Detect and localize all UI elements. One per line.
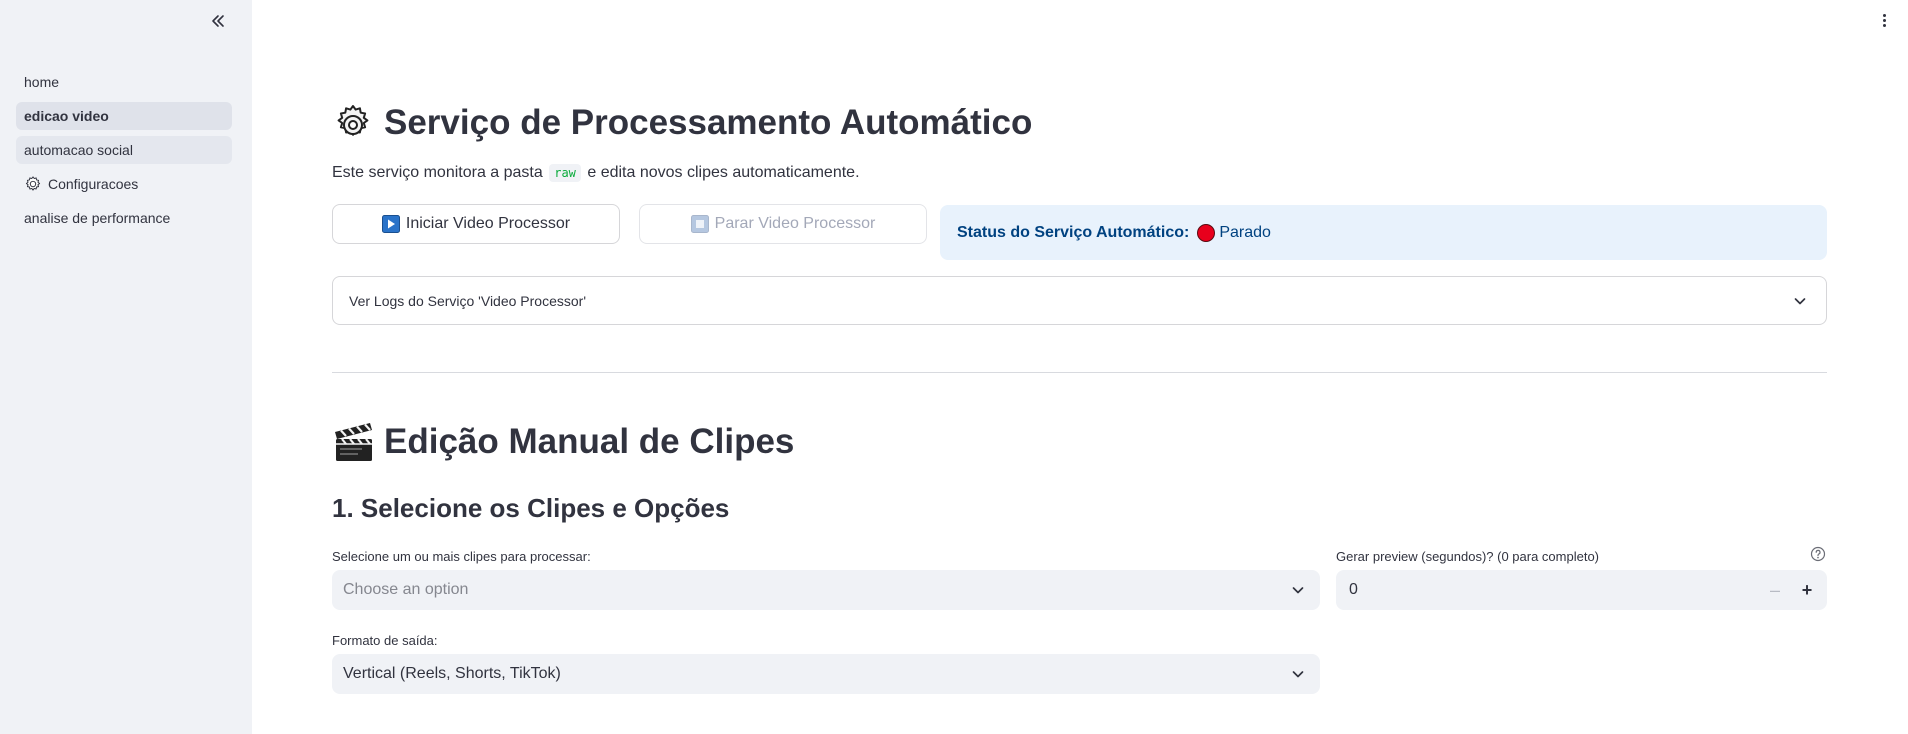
logs-expander-label: Ver Logs do Serviço 'Video Processor' [349, 292, 586, 309]
gear-icon [25, 176, 41, 191]
status-value: Parado [1219, 223, 1271, 241]
sidebar-item-home[interactable]: home [16, 68, 232, 96]
double-chevron-left-icon [212, 15, 224, 27]
manual-edit-title: Edição Manual de Clipes [332, 420, 794, 464]
sidebar-item-configuracoes[interactable]: Configuracoes [16, 170, 232, 198]
output-format-label: Formato de saída: [332, 633, 438, 648]
clips-select-label: Selecione um ou mais clipes para process… [332, 549, 591, 564]
chevron-down-icon [1292, 671, 1304, 678]
desc-text: Este serviço monitora a pasta [332, 164, 543, 181]
auto-service-title: Serviço de Processamento Automático [332, 102, 1032, 144]
clapper-board-icon [332, 420, 376, 464]
play-icon [381, 215, 400, 233]
sidebar-item-edicao-video[interactable]: edicao video [16, 102, 232, 130]
stop-processor-button[interactable]: Parar Video Processor [639, 204, 927, 244]
sidebar-item-automacao-social[interactable]: automacao social [16, 136, 232, 164]
service-status-box: Status do Serviço Automático: Parado [940, 205, 1827, 260]
sidebar-item-label: home [24, 74, 60, 90]
stop-icon [690, 215, 709, 233]
sidebar-nav: home edicao video automacao social Confi… [16, 68, 232, 238]
chevron-down-icon [1292, 587, 1304, 594]
dot [1882, 13, 1886, 17]
start-processor-button[interactable]: Iniciar Video Processor [332, 204, 620, 244]
stop-button-label: Parar Video Processor [714, 215, 876, 232]
clips-multiselect[interactable]: Choose an option [332, 570, 1320, 610]
chevron-down-icon [1794, 298, 1806, 305]
preview-seconds-label: Gerar preview (segundos)? (0 para comple… [1336, 549, 1600, 564]
sidebar-item-label: analise de performance [24, 210, 171, 226]
folder-code: raw [549, 164, 581, 182]
sidebar-item-label: Configuracoes [48, 176, 139, 192]
auto-service-description: Este serviço monitora a pasta raw e edit… [332, 164, 860, 182]
sidebar-item-label: automacao social [24, 142, 133, 158]
gear-icon [332, 102, 374, 144]
main-menu-button[interactable] [1876, 10, 1892, 30]
preview-seconds-input[interactable]: 0 – + [1336, 570, 1827, 610]
red-circle-icon [1197, 223, 1216, 242]
collapse-sidebar-button[interactable] [206, 9, 230, 33]
preview-seconds-value: 0 [1349, 581, 1358, 598]
dot [1882, 18, 1886, 22]
status-label: Status do Serviço Automático: [957, 223, 1190, 241]
manual-edit-title-text: Edição Manual de Clipes [384, 422, 795, 461]
sidebar-item-label: edicao video [24, 108, 109, 124]
logs-expander[interactable]: Ver Logs do Serviço 'Video Processor' [332, 276, 1827, 325]
auto-service-title-text: Serviço de Processamento Automático [384, 103, 1033, 142]
increment-button[interactable]: + [1791, 570, 1823, 610]
sidebar-item-analise-de-performance[interactable]: analise de performance [16, 204, 232, 232]
output-format-select[interactable]: Vertical (Reels, Shorts, TikTok) [332, 654, 1320, 694]
clips-placeholder: Choose an option [343, 581, 469, 598]
dot [1882, 23, 1886, 27]
sidebar: home edicao video automacao social Confi… [0, 0, 252, 734]
help-icon[interactable] [1810, 546, 1826, 562]
select-clips-heading: 1. Selecione os Clipes e Opções [332, 493, 730, 523]
section-divider [332, 372, 1827, 373]
desc-text: e edita novos clipes automaticamente. [587, 164, 860, 181]
start-button-label: Iniciar Video Processor [405, 215, 571, 232]
decrement-button[interactable]: – [1759, 570, 1791, 610]
output-format-value: Vertical (Reels, Shorts, TikTok) [343, 665, 561, 682]
